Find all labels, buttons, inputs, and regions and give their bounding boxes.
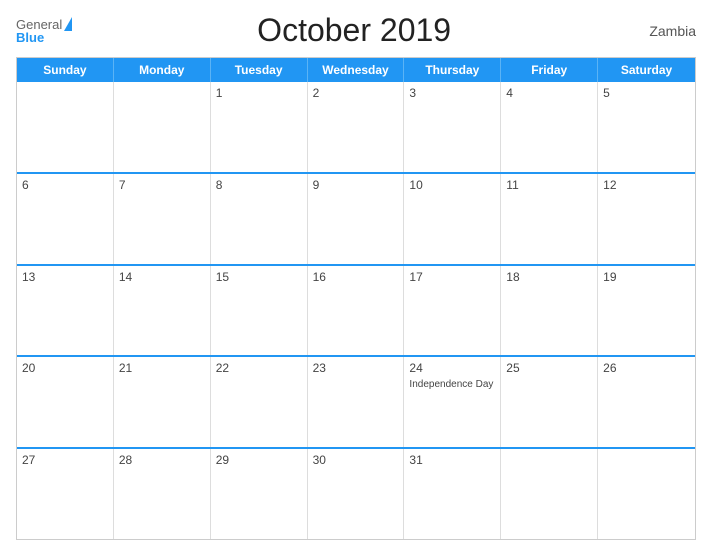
- calendar-title: October 2019: [72, 12, 636, 49]
- table-row: 10: [404, 174, 501, 264]
- table-row: 23: [308, 357, 405, 447]
- independence-day-event: Independence Day: [409, 379, 495, 390]
- table-row: 8: [211, 174, 308, 264]
- table-row: 31: [404, 449, 501, 539]
- logo-blue-text: Blue: [16, 30, 44, 45]
- table-row: 19: [598, 266, 695, 356]
- table-row: 17: [404, 266, 501, 356]
- header-friday: Friday: [501, 58, 598, 82]
- header-tuesday: Tuesday: [211, 58, 308, 82]
- table-row: 9: [308, 174, 405, 264]
- table-row: [114, 82, 211, 172]
- table-row: [501, 449, 598, 539]
- week-1: 1 2 3 4 5: [17, 82, 695, 174]
- table-row: 30: [308, 449, 405, 539]
- header-wednesday: Wednesday: [308, 58, 405, 82]
- table-row: 29: [211, 449, 308, 539]
- table-row: 18: [501, 266, 598, 356]
- table-row: [17, 82, 114, 172]
- table-row: [598, 449, 695, 539]
- header-sunday: Sunday: [17, 58, 114, 82]
- table-row: 4: [501, 82, 598, 172]
- table-row: 26: [598, 357, 695, 447]
- table-row: 2: [308, 82, 405, 172]
- calendar-grid: Sunday Monday Tuesday Wednesday Thursday…: [16, 57, 696, 540]
- week-2: 6 7 8 9 10 11 12: [17, 174, 695, 266]
- table-row: 11: [501, 174, 598, 264]
- week-3: 13 14 15 16 17 18 19: [17, 266, 695, 358]
- calendar-header-row: Sunday Monday Tuesday Wednesday Thursday…: [17, 58, 695, 82]
- table-row: 24 Independence Day: [404, 357, 501, 447]
- table-row: 5: [598, 82, 695, 172]
- table-row: 28: [114, 449, 211, 539]
- table-row: 21: [114, 357, 211, 447]
- table-row: 14: [114, 266, 211, 356]
- header-saturday: Saturday: [598, 58, 695, 82]
- header-monday: Monday: [114, 58, 211, 82]
- table-row: 20: [17, 357, 114, 447]
- table-row: 7: [114, 174, 211, 264]
- table-row: 13: [17, 266, 114, 356]
- header-thursday: Thursday: [404, 58, 501, 82]
- logo: General Blue: [16, 17, 72, 45]
- table-row: 15: [211, 266, 308, 356]
- table-row: 6: [17, 174, 114, 264]
- week-4: 20 21 22 23 24 Independence Day 25 26: [17, 357, 695, 449]
- calendar-page: General Blue October 2019 Zambia Sunday …: [0, 0, 712, 550]
- table-row: 1: [211, 82, 308, 172]
- country-label: Zambia: [636, 23, 696, 39]
- table-row: 25: [501, 357, 598, 447]
- week-5: 27 28 29 30 31: [17, 449, 695, 539]
- table-row: 22: [211, 357, 308, 447]
- table-row: 12: [598, 174, 695, 264]
- header: General Blue October 2019 Zambia: [16, 12, 696, 49]
- table-row: 27: [17, 449, 114, 539]
- logo-triangle-icon: [64, 17, 72, 31]
- table-row: 16: [308, 266, 405, 356]
- table-row: 3: [404, 82, 501, 172]
- calendar-body: 1 2 3 4 5 6 7 8 9 10 11 12 13 14 15: [17, 82, 695, 539]
